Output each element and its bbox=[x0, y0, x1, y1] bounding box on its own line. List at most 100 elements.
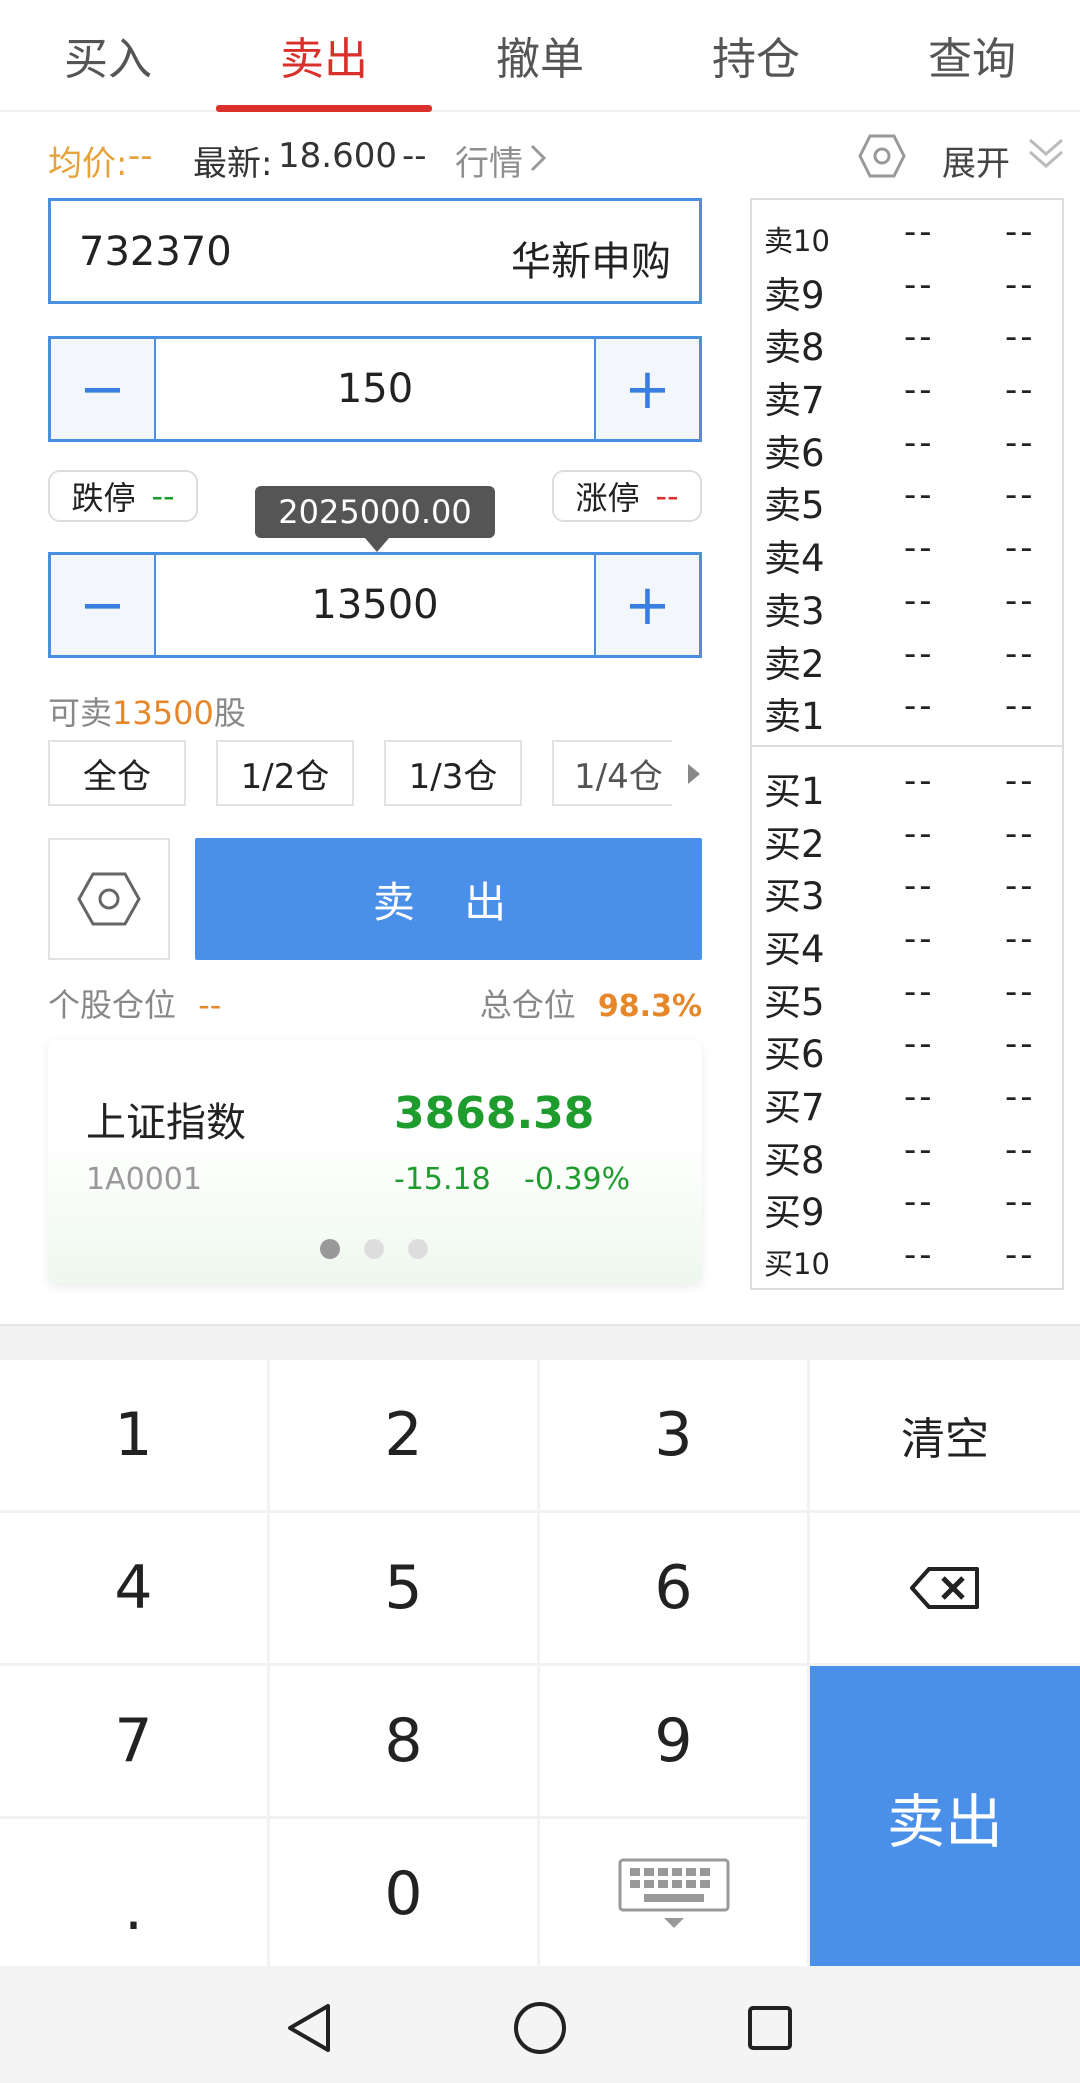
key-hide-keyboard[interactable] bbox=[540, 1819, 807, 1968]
key-1[interactable]: 1 bbox=[0, 1360, 267, 1510]
position-half-button[interactable]: 1/2仓 bbox=[216, 740, 354, 806]
tab-query[interactable]: 查询 bbox=[864, 0, 1080, 110]
order-book-row[interactable]: 卖10 -- -- bbox=[752, 206, 1062, 259]
order-book-row[interactable]: 卖2 -- -- bbox=[752, 628, 1062, 686]
total-position: 总仓位 98.3% bbox=[480, 980, 702, 1026]
expand-chevron-icon[interactable] bbox=[1026, 134, 1066, 174]
order-book-row[interactable]: 买9 -- -- bbox=[752, 1176, 1062, 1234]
latest-change-value: -- bbox=[402, 136, 427, 176]
bid-volume: -- bbox=[1005, 1182, 1036, 1223]
order-book-row[interactable]: 买1 -- -- bbox=[752, 755, 1062, 813]
price-input[interactable]: 150 bbox=[154, 339, 596, 439]
ask-volume: -- bbox=[1005, 528, 1036, 569]
key-9[interactable]: 9 bbox=[540, 1666, 807, 1816]
chevron-right-icon bbox=[530, 144, 547, 172]
tab-cancel[interactable]: 撤单 bbox=[432, 0, 648, 110]
tab-sell[interactable]: 卖出 bbox=[216, 0, 432, 112]
key-5[interactable]: 5 bbox=[270, 1513, 537, 1663]
recents-icon[interactable] bbox=[746, 2004, 794, 2052]
bid-price: -- bbox=[904, 971, 935, 1012]
limit-up-button[interactable]: 涨停 -- bbox=[552, 470, 702, 522]
quote-link[interactable]: 行情 bbox=[455, 136, 523, 185]
order-book-row[interactable]: 卖4 -- -- bbox=[752, 522, 1062, 580]
ask-price: -- bbox=[904, 317, 935, 358]
position-quarter-button[interactable]: 1/4仓 bbox=[552, 740, 672, 806]
index-code: 1A0001 bbox=[86, 1162, 202, 1197]
position-full-button[interactable]: 全仓 bbox=[48, 740, 186, 806]
bid-price: -- bbox=[904, 1182, 935, 1223]
settings-hex-icon[interactable] bbox=[858, 132, 906, 180]
index-card[interactable]: 上证指数 1A0001 3868.38 -15.18 -0.39% bbox=[48, 1040, 702, 1284]
order-book-row[interactable]: 买7 -- -- bbox=[752, 1071, 1062, 1129]
order-book-row[interactable]: 卖5 -- -- bbox=[752, 469, 1062, 527]
order-book-row[interactable]: 买10 -- -- bbox=[752, 1229, 1062, 1282]
index-value: 3868.38 bbox=[394, 1088, 595, 1139]
order-book-row[interactable]: 卖8 -- -- bbox=[752, 311, 1062, 369]
key-7[interactable]: 7 bbox=[0, 1666, 267, 1816]
tab-holdings[interactable]: 持仓 bbox=[648, 0, 864, 110]
order-book-row[interactable]: 买6 -- -- bbox=[752, 1018, 1062, 1076]
page-indicator-dot[interactable] bbox=[364, 1239, 384, 1259]
key-dot[interactable]: . bbox=[0, 1819, 267, 1968]
ask-price: -- bbox=[904, 370, 935, 411]
position-third-button[interactable]: 1/3仓 bbox=[384, 740, 522, 806]
sellable-text: 可卖13500股 bbox=[48, 688, 246, 734]
avg-price-label: 均价: bbox=[48, 144, 128, 184]
index-name: 上证指数 bbox=[86, 1100, 246, 1146]
key-4[interactable]: 4 bbox=[0, 1513, 267, 1663]
bid-price: -- bbox=[904, 1235, 935, 1276]
order-book-row[interactable]: 买3 -- -- bbox=[752, 860, 1062, 918]
key-0[interactable]: 0 bbox=[270, 1819, 537, 1968]
order-book-row[interactable]: 卖1 -- -- bbox=[752, 680, 1062, 738]
ask-price: -- bbox=[904, 633, 935, 674]
stock-code-input[interactable]: 732370 华新申购 bbox=[48, 198, 702, 304]
order-book-row[interactable]: 买8 -- -- bbox=[752, 1124, 1062, 1182]
bid-price: -- bbox=[904, 866, 935, 907]
bid-volume: -- bbox=[1005, 1235, 1036, 1276]
quote-link-label: 行情 bbox=[455, 144, 523, 184]
order-book-row[interactable]: 卖6 -- -- bbox=[752, 417, 1062, 475]
total-position-label: 总仓位 bbox=[479, 986, 576, 1024]
quantity-minus-button[interactable]: − bbox=[51, 555, 154, 655]
order-book-row[interactable]: 卖3 -- -- bbox=[752, 575, 1062, 633]
key-6[interactable]: 6 bbox=[540, 1513, 807, 1663]
order-book-row[interactable]: 买2 -- -- bbox=[752, 808, 1062, 866]
sellable-prefix: 可卖 bbox=[48, 694, 113, 732]
order-book-row[interactable]: 卖9 -- -- bbox=[752, 259, 1062, 317]
page-indicator-dot[interactable] bbox=[408, 1239, 428, 1259]
bid-volume: -- bbox=[1005, 760, 1036, 801]
quantity-plus-button[interactable]: + bbox=[596, 555, 699, 655]
bid-price: -- bbox=[904, 813, 935, 854]
limit-down-button[interactable]: 跌停 -- bbox=[48, 470, 198, 522]
key-8[interactable]: 8 bbox=[270, 1666, 537, 1816]
key-clear[interactable]: 清空 bbox=[810, 1360, 1080, 1510]
bid-volume: -- bbox=[1005, 866, 1036, 907]
home-icon[interactable] bbox=[512, 2000, 568, 2056]
key-3[interactable]: 3 bbox=[540, 1360, 807, 1510]
stock-code: 732370 bbox=[79, 229, 232, 275]
key-backspace[interactable] bbox=[810, 1513, 1080, 1663]
page-indicator-dot-active[interactable] bbox=[320, 1239, 340, 1259]
order-book-row[interactable]: 买4 -- -- bbox=[752, 913, 1062, 971]
tab-buy[interactable]: 买入 bbox=[0, 0, 216, 110]
keypad-sell-button[interactable]: 卖出 bbox=[810, 1666, 1080, 1968]
ask-volume: -- bbox=[1005, 264, 1036, 305]
order-book-row[interactable]: 卖7 -- -- bbox=[752, 364, 1062, 422]
quantity-input[interactable]: 13500 bbox=[154, 555, 596, 655]
ask-volume: -- bbox=[1005, 475, 1036, 516]
back-icon[interactable] bbox=[284, 2002, 332, 2054]
bid-volume: -- bbox=[1005, 971, 1036, 1012]
latest-price-value: 18.600 bbox=[278, 136, 397, 176]
order-book-row[interactable]: 买5 -- -- bbox=[752, 966, 1062, 1024]
order-settings-button[interactable] bbox=[48, 838, 170, 960]
scroll-right-icon[interactable] bbox=[686, 762, 702, 786]
expand-label[interactable]: 展开 bbox=[942, 136, 1010, 185]
sell-button[interactable]: 卖 出 bbox=[195, 838, 702, 960]
bid-volume: -- bbox=[1005, 1024, 1036, 1065]
stock-name: 华新申购 bbox=[511, 239, 671, 285]
avg-price-value: -- bbox=[128, 136, 153, 176]
ask-label: 卖1 bbox=[764, 695, 825, 739]
key-2[interactable]: 2 bbox=[270, 1360, 537, 1510]
price-minus-button[interactable]: − bbox=[51, 339, 154, 439]
price-plus-button[interactable]: + bbox=[596, 339, 699, 439]
